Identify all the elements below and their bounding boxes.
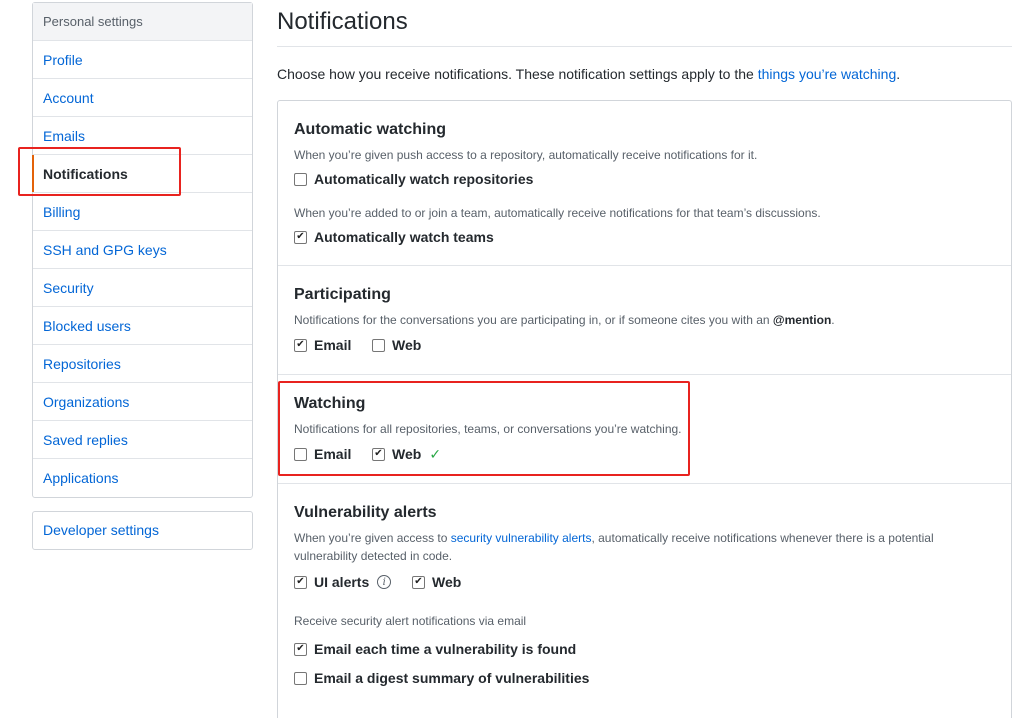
intro-suffix: . (896, 66, 901, 82)
auto-watch-teams-option[interactable]: Automatically watch teams (294, 228, 494, 246)
participating-web-label: Web (392, 337, 422, 353)
email-each-vulnerability-checkbox[interactable] (294, 642, 307, 656)
auto-watch-repos-option[interactable]: Automatically watch repositories (294, 170, 533, 188)
saved-check-icon: ✓ (429, 445, 442, 462)
participating-email-checkbox[interactable] (294, 338, 307, 352)
watching-web-option[interactable]: Web ✓ (372, 445, 441, 463)
auto-watch-teams-checkbox[interactable] (294, 230, 307, 244)
sidebar-item-security[interactable]: Security (33, 269, 252, 307)
security-vulnerability-alerts-link[interactable]: security vulnerability alerts (451, 531, 592, 545)
automatic-watching-note-teams: When you’re added to or join a team, aut… (294, 206, 821, 220)
vulnerability-alerts-note: When you’re given access to security vul… (294, 529, 984, 565)
email-digest-checkbox[interactable] (294, 671, 307, 685)
participating-email-option[interactable]: Email (294, 336, 351, 354)
developer-settings-box: Developer settings (32, 511, 253, 550)
participating-web-option[interactable]: Web (372, 336, 421, 354)
email-alerts-note: Receive security alert notifications via… (294, 614, 527, 628)
vulnerability-web-label: Web (432, 574, 462, 590)
intro-text: Choose how you receive notifications. Th… (277, 66, 900, 82)
email-each-vulnerability-option[interactable]: Email each time a vulnerability is found (294, 640, 576, 658)
sidebar-item-billing[interactable]: Billing (33, 193, 252, 231)
section-vulnerability-alerts: Vulnerability alerts When you’re given a… (278, 484, 1011, 718)
section-automatic-watching: Automatic watching When you’re given pus… (278, 101, 1011, 266)
sidebar-item-emails[interactable]: Emails (33, 117, 252, 155)
sidebar-item-ssh-gpg-keys[interactable]: SSH and GPG keys (33, 231, 252, 269)
participating-title: Participating (294, 286, 391, 303)
auto-watch-teams-label: Automatically watch teams (314, 229, 494, 245)
ui-alerts-checkbox[interactable] (294, 575, 307, 589)
sidebar-item-blocked-users[interactable]: Blocked users (33, 307, 252, 345)
watching-email-label: Email (314, 446, 352, 462)
participating-note: Notifications for the conversations you … (294, 311, 984, 329)
sidebar-item-saved-replies[interactable]: Saved replies (33, 421, 252, 459)
auto-watch-repos-label: Automatically watch repositories (314, 171, 534, 187)
info-icon[interactable]: i (377, 575, 392, 589)
sidebar-header: Personal settings (33, 3, 252, 41)
title-divider (277, 46, 1012, 47)
ui-alerts-option[interactable]: UI alerts i (294, 573, 392, 591)
sidebar-item-organizations[interactable]: Organizations (33, 383, 252, 421)
sidebar-item-applications[interactable]: Applications (33, 459, 252, 497)
sidebar-item-profile[interactable]: Profile (33, 41, 252, 79)
intro-prefix: Choose how you receive notifications. Th… (277, 66, 758, 82)
automatic-watching-note-repos: When you’re given push access to a repos… (294, 148, 758, 162)
watching-web-checkbox[interactable] (372, 447, 385, 461)
settings-sidebar: Personal settings Profile Account Emails… (32, 2, 253, 498)
section-participating: Participating Notifications for the conv… (278, 266, 1011, 375)
watching-title: Watching (294, 395, 366, 412)
vulnerability-alerts-title: Vulnerability alerts (294, 504, 437, 521)
sidebar-item-developer-settings[interactable]: Developer settings (33, 512, 252, 549)
automatic-watching-title: Automatic watching (294, 121, 447, 138)
notification-settings-panel: Automatic watching When you’re given pus… (277, 100, 1012, 718)
section-watching: Watching Notifications for all repositor… (278, 375, 1011, 484)
email-digest-option[interactable]: Email a digest summary of vulnerabilitie… (294, 669, 589, 687)
watching-note: Notifications for all repositories, team… (294, 422, 682, 436)
sidebar-item-notifications[interactable]: Notifications (32, 155, 252, 193)
participating-note-text: Notifications for the conversations you … (294, 313, 773, 327)
watching-web-label: Web (392, 446, 422, 462)
vulnerability-web-checkbox[interactable] (412, 575, 425, 589)
participating-web-checkbox[interactable] (372, 338, 385, 352)
watching-email-option[interactable]: Email (294, 445, 351, 463)
participating-email-label: Email (314, 337, 352, 353)
page-title: Notifications (277, 8, 408, 35)
sidebar-item-repositories[interactable]: Repositories (33, 345, 252, 383)
mention-text: @mention (772, 313, 832, 327)
vulnerability-note-pre: When you’re given access to (294, 531, 451, 545)
vulnerability-web-option[interactable]: Web (412, 573, 461, 591)
sidebar-item-account[interactable]: Account (33, 79, 252, 117)
ui-alerts-label: UI alerts (314, 574, 370, 590)
auto-watch-repos-checkbox[interactable] (294, 172, 307, 186)
email-digest-label: Email a digest summary of vulnerabilitie… (314, 670, 590, 686)
things-watching-link[interactable]: things you’re watching (758, 66, 897, 82)
watching-email-checkbox[interactable] (294, 447, 307, 461)
participating-note-end: . (831, 313, 835, 327)
email-each-vulnerability-label: Email each time a vulnerability is found (314, 641, 577, 657)
